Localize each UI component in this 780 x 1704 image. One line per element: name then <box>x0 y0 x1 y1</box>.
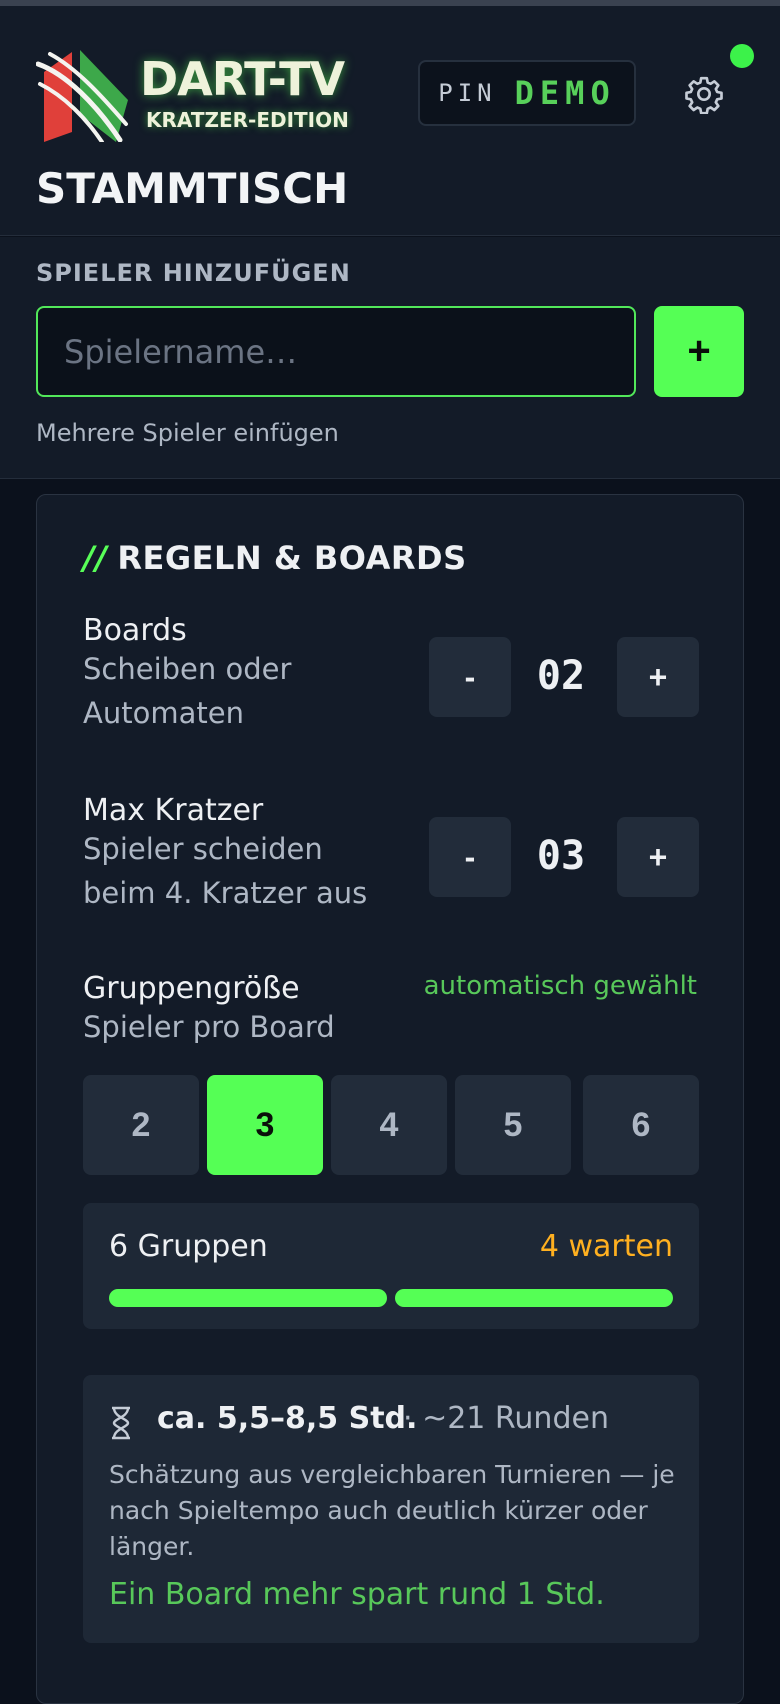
estimate-rounds: · ~21 Runden <box>403 1401 609 1436</box>
estimate-tip: Ein Board mehr spart rund 1 Std. <box>109 1577 605 1612</box>
group-size-option-5[interactable]: 5 <box>455 1075 571 1175</box>
connection-status-dot <box>730 44 754 68</box>
group-size-option-3[interactable]: 3 <box>207 1075 323 1175</box>
estimate-duration: ca. 5,5–8,5 Std. <box>157 1401 418 1436</box>
rules-title-text: REGELN & BOARDS <box>117 539 467 577</box>
max-scratches-decrement-button[interactable]: - <box>429 817 511 897</box>
pin-label: PIN <box>438 79 497 107</box>
rules-title-prefix: // <box>83 539 108 577</box>
player-name-input[interactable] <box>36 306 636 397</box>
boards-increment-button[interactable]: + <box>617 637 699 717</box>
group-size-title: Gruppengröße <box>83 971 300 1006</box>
board-bar <box>109 1289 673 1307</box>
groups-count: 6 Gruppen <box>109 1229 268 1264</box>
app-header: DART-TV KRATZER-EDITION PIN DEMO STAMMTI… <box>0 6 780 236</box>
pin-value: DEMO <box>514 74 616 112</box>
logo-icon <box>36 50 128 142</box>
group-size-option-2[interactable]: 2 <box>83 1075 199 1175</box>
logo-subtitle: KRATZER-EDITION <box>146 108 349 132</box>
boards-title: Boards <box>83 613 187 648</box>
page-title: STAMMTISCH <box>36 164 349 213</box>
board-bar-segment <box>109 1289 387 1307</box>
hourglass-icon <box>112 1406 130 1440</box>
boards-decrement-button[interactable]: - <box>429 637 511 717</box>
estimate-note: Schätzung aus vergleichbaren Turnieren —… <box>109 1460 675 1561</box>
group-size-option-6[interactable]: 6 <box>583 1075 699 1175</box>
boards-value: 02 <box>536 653 586 699</box>
max-scratches-subtitle: Spieler scheiden beim 4. Kratzer aus <box>83 832 368 910</box>
multi-player-link[interactable]: Mehrere Spieler einfügen <box>36 419 339 447</box>
duration-estimate: ca. 5,5–8,5 Std. · ~21 Runden Schätzung … <box>83 1375 699 1643</box>
max-scratches-value: 03 <box>536 833 586 879</box>
group-size-option-4[interactable]: 4 <box>331 1075 447 1175</box>
gear-icon[interactable] <box>684 74 724 114</box>
group-size-auto-note: automatisch gewählt <box>423 971 697 1001</box>
add-player-label: SPIELER HINZUFÜGEN <box>36 259 351 287</box>
waiting-count: 4 warten <box>539 1229 673 1264</box>
group-size-subtitle: Spieler pro Board <box>83 1010 335 1044</box>
boards-subtitle: Scheiben oder Automaten <box>83 652 292 730</box>
group-summary: 6 Gruppen 4 warten <box>83 1203 699 1329</box>
max-scratches-increment-button[interactable]: + <box>617 817 699 897</box>
max-scratches-title: Max Kratzer <box>83 793 264 828</box>
pin-badge[interactable]: PIN DEMO <box>418 60 636 126</box>
add-player-button[interactable]: + <box>654 306 744 397</box>
rules-title: //REGELN & BOARDS <box>83 539 467 577</box>
add-player-section: SPIELER HINZUFÜGEN + Mehrere Spieler ein… <box>0 237 780 479</box>
logo-title: DART-TV <box>140 52 345 106</box>
board-bar-segment <box>395 1289 673 1307</box>
rules-card: //REGELN & BOARDS Boards Scheiben oder A… <box>36 494 744 1704</box>
